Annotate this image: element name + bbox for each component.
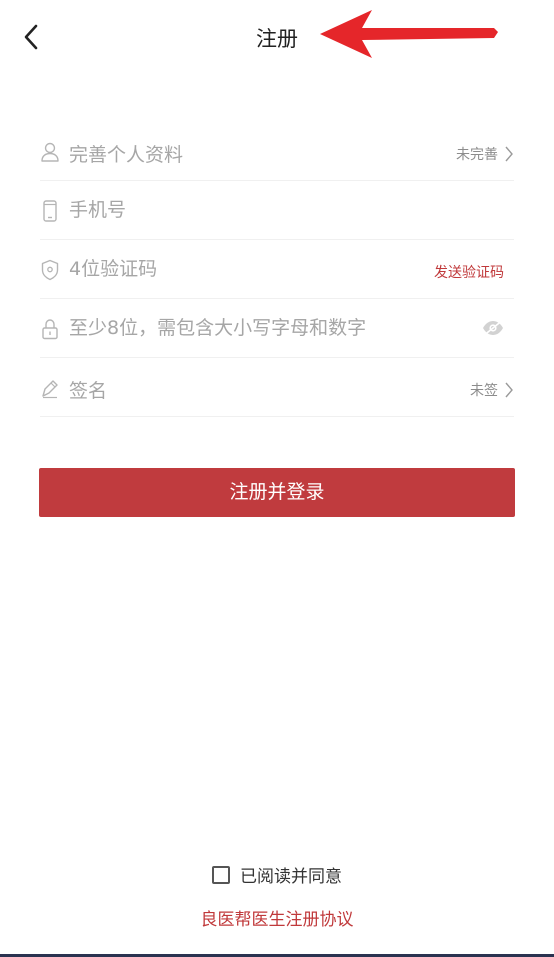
password-row (40, 299, 514, 358)
register-page: 注册 完善个人资料 未完善 手机号 4位验证码 发送验证码 签名 未签 注册并登… (0, 0, 554, 957)
agree-checkbox[interactable] (212, 865, 230, 884)
register-login-button[interactable]: 注册并登录 (39, 468, 515, 517)
phone-input[interactable] (69, 199, 429, 221)
send-code-button[interactable]: 发送验证码 (434, 262, 504, 282)
lock-icon (42, 319, 58, 340)
shield-icon (41, 259, 59, 281)
signature-status[interactable]: 未签 (470, 380, 514, 400)
header: 注册 (0, 0, 554, 76)
annotation-arrow-icon (320, 10, 498, 58)
signature-row[interactable]: 签名 未签 (40, 358, 514, 417)
verification-code-input[interactable] (69, 258, 429, 280)
protocol-link[interactable]: 良医帮医生注册协议 (0, 905, 554, 930)
eye-icon[interactable] (482, 320, 504, 336)
user-icon (41, 142, 59, 162)
profile-row[interactable]: 完善个人资料 未完善 (40, 122, 514, 181)
profile-status[interactable]: 未完善 (456, 144, 514, 164)
agree-text: 已阅读并同意 (240, 867, 342, 887)
phone-icon (43, 200, 57, 222)
agreement: 已阅读并同意 (0, 862, 554, 887)
profile-label: 完善个人资料 (69, 144, 184, 166)
chevron-right-icon (505, 382, 513, 398)
password-input[interactable] (69, 317, 429, 339)
pen-icon (42, 380, 58, 399)
phone-row (40, 181, 514, 240)
signature-label: 签名 (69, 380, 108, 402)
signature-status-text: 未签 (470, 383, 498, 399)
chevron-right-icon (505, 146, 513, 162)
register-form: 完善个人资料 未完善 发送验证码 (40, 122, 514, 417)
code-row: 发送验证码 (40, 240, 514, 299)
profile-status-text: 未完善 (456, 147, 498, 163)
